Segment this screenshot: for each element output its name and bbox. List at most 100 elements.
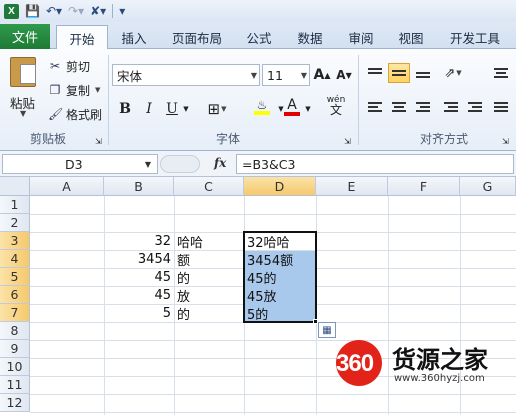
cell-c3[interactable]: 哈哈 (174, 232, 244, 251)
name-box-value: D3 (65, 156, 83, 172)
paste-dropdown-icon[interactable]: ▼ (20, 109, 26, 118)
copy-label: 复制 (66, 83, 91, 98)
customize-qat-icon[interactable]: ▾ (119, 5, 125, 17)
tab-file[interactable]: 文件 (0, 24, 50, 49)
align-center-button[interactable] (388, 97, 410, 117)
alignment-launcher-icon[interactable]: ⇲ (502, 135, 509, 147)
alignment-group-label: 对齐方式 (420, 132, 469, 146)
font-color-button[interactable]: A (282, 97, 302, 117)
orientation-button[interactable]: ⇗ ▼ (440, 63, 466, 83)
row-header-3[interactable]: 3 (0, 232, 30, 250)
select-all-corner[interactable] (0, 177, 30, 196)
copy-button[interactable]: ❐ 复制 ▼ (48, 81, 101, 99)
row-header-10[interactable]: 10 (0, 358, 30, 376)
row-header-5[interactable]: 5 (0, 268, 30, 286)
column-header-d[interactable]: D (244, 177, 316, 196)
column-header-e[interactable]: E (316, 177, 388, 196)
bold-button[interactable]: B (117, 99, 133, 119)
formula-bar-resize-handle[interactable] (160, 155, 200, 173)
row-header-6[interactable]: 6 (0, 286, 30, 304)
borders-button[interactable]: ⊞ ▼ (204, 99, 230, 119)
wrap-text-button[interactable] (490, 63, 512, 83)
increase-indent-button[interactable] (464, 97, 486, 117)
cell-c4[interactable]: 额 (174, 250, 244, 269)
borders-icon: ⊞ (207, 100, 221, 118)
clipboard-launcher-icon[interactable]: ⇲ (95, 135, 102, 147)
format-painter-label: 格式刷 (66, 107, 103, 122)
fill-color-button[interactable]: ♨ (249, 97, 275, 117)
row-header-11[interactable]: 11 (0, 376, 30, 394)
cell-b5[interactable]: 45 (104, 268, 174, 286)
row-header-9[interactable]: 9 (0, 340, 30, 358)
copy-dropdown-icon[interactable]: ▼ (95, 86, 100, 94)
grow-font-button[interactable]: A ▲ (313, 65, 331, 85)
column-header-f[interactable]: F (388, 177, 460, 196)
decrease-indent-button[interactable] (440, 97, 462, 117)
excel-app-icon[interactable]: X (4, 3, 19, 19)
font-group-label: 字体 (216, 132, 241, 146)
insert-function-icon[interactable]: fx (214, 156, 226, 170)
redo-icon[interactable]: ↷▾ (68, 5, 84, 17)
font-name-combo[interactable]: 宋体 ▼ (112, 64, 260, 86)
align-left-button[interactable] (364, 97, 386, 117)
italic-button[interactable]: I (141, 99, 157, 119)
tab-page-layout[interactable]: 页面布局 (162, 25, 232, 49)
tab-home[interactable]: 开始 (56, 25, 108, 50)
underline-button[interactable]: U (164, 99, 180, 119)
selection-border (243, 231, 317, 323)
cell-c7[interactable]: 的 (174, 304, 244, 323)
font-name-dropdown-icon[interactable]: ▼ (251, 71, 257, 80)
group-separator (108, 55, 109, 145)
row-header-1[interactable]: 1 (0, 196, 30, 214)
cell-b4[interactable]: 3454 (104, 250, 174, 268)
column-header-b[interactable]: B (104, 177, 174, 196)
column-header-c[interactable]: C (174, 177, 244, 196)
cell-b3[interactable]: 32 (104, 232, 174, 250)
font-size-dropdown-icon[interactable]: ▼ (301, 71, 307, 80)
tab-formulas[interactable]: 公式 (236, 25, 282, 49)
grow-font-glyph: A (313, 67, 325, 83)
tab-view[interactable]: 视图 (388, 25, 434, 49)
font-size-combo[interactable]: 11 ▼ (262, 64, 310, 86)
align-bottom-button[interactable] (412, 63, 434, 83)
undo-icon[interactable]: ↶▾ (46, 5, 62, 17)
cell-c6[interactable]: 放 (174, 286, 244, 305)
tab-data[interactable]: 数据 (286, 25, 334, 49)
paste-icon[interactable] (10, 57, 36, 87)
quick-access-toolbar: X 💾 ↶▾ ↷▾ ✘▾ ▾ (0, 0, 516, 22)
tab-developer[interactable]: 开发工具 (440, 25, 510, 49)
underline-dropdown-icon[interactable]: ▼ (181, 99, 191, 119)
name-box[interactable]: D3 ▼ (2, 154, 158, 174)
auto-fill-options-icon[interactable]: ▦ (318, 322, 336, 338)
merge-center-button[interactable] (490, 97, 512, 117)
cut-button[interactable]: ✂ 剪切 (48, 57, 90, 75)
group-separator (358, 55, 359, 145)
column-header-a[interactable]: A (30, 177, 104, 196)
align-right-button[interactable] (412, 97, 434, 117)
cell-b7[interactable]: 5 (104, 304, 174, 322)
row-header-2[interactable]: 2 (0, 214, 30, 232)
align-top-button[interactable] (364, 63, 386, 83)
font-size-value: 11 (267, 67, 283, 83)
cell-c5[interactable]: 的 (174, 268, 244, 287)
phonetic-button[interactable]: wén 文 (320, 95, 352, 116)
font-color-dropdown-icon[interactable]: ▼ (303, 99, 313, 119)
column-header-g[interactable]: G (460, 177, 516, 196)
row-header-4[interactable]: 4 (0, 250, 30, 268)
row-header-8[interactable]: 8 (0, 322, 30, 340)
row-header-12[interactable]: 12 (0, 394, 30, 412)
shrink-font-button[interactable]: A ▼ (336, 65, 352, 85)
shrink-arrow-icon: ▼ (345, 70, 352, 80)
customize-tools-icon[interactable]: ✘▾ (90, 5, 106, 17)
formula-input[interactable]: =B3&C3 (236, 154, 514, 174)
clipboard-group-label: 剪贴板 (30, 132, 67, 146)
align-middle-button[interactable] (388, 63, 410, 83)
cell-b6[interactable]: 45 (104, 286, 174, 304)
font-launcher-icon[interactable]: ⇲ (344, 135, 351, 147)
name-box-dropdown-icon[interactable]: ▼ (145, 160, 151, 169)
save-icon[interactable]: 💾 (25, 5, 40, 17)
tab-insert[interactable]: 插入 (110, 25, 158, 49)
format-painter-button[interactable]: 🖌 格式刷 (48, 105, 102, 123)
row-header-7[interactable]: 7 (0, 304, 30, 322)
tab-review[interactable]: 审阅 (338, 25, 384, 49)
